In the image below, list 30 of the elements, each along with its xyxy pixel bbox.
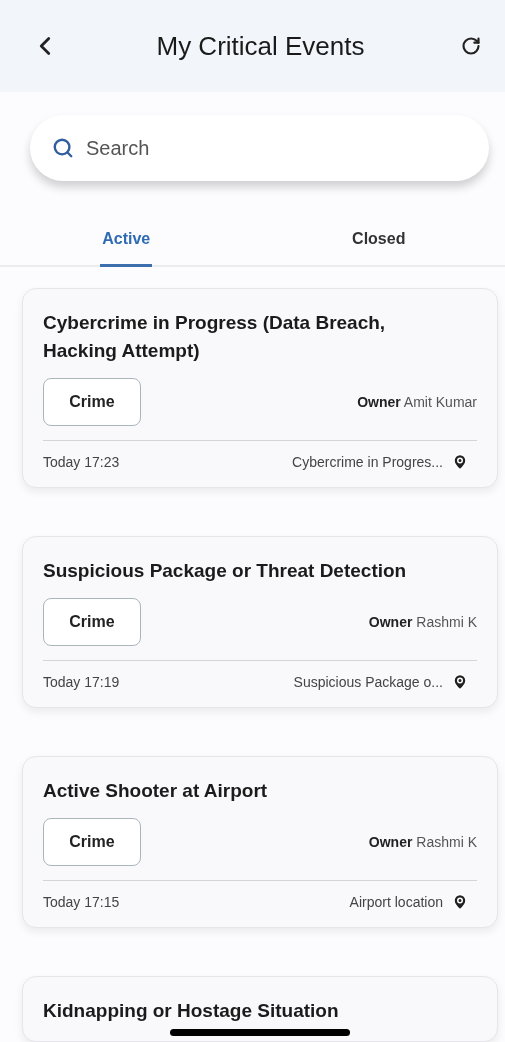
map-pin-icon[interactable]: [451, 453, 469, 471]
map-pin-icon[interactable]: [451, 673, 469, 691]
refresh-icon: [461, 36, 481, 56]
event-title: Cybercrime in Progress (Data Breach, Hacking Attempt): [43, 311, 387, 363]
event-card[interactable]: Suspicious Package or Threat Detection Crime Owner Rashmi K Today 17:19 Suspicious Package o...: [22, 536, 498, 708]
event-location: Suspicious Package o...: [293, 674, 443, 690]
search-field[interactable]: Search: [30, 115, 489, 181]
event-title: Kidnapping or Hostage Situation: [43, 999, 339, 1023]
event-time: Today 17:15: [43, 894, 120, 910]
category-tag[interactable]: Crime: [43, 378, 141, 426]
owner-text: Owner Amit Kumar: [357, 394, 477, 410]
refresh-button[interactable]: [461, 36, 481, 56]
category-tag[interactable]: Crime: [43, 598, 141, 646]
event-card[interactable]: Active Shooter at Airport Crime Owner Rashmi K Today 17:15 Airport location: [22, 756, 498, 928]
tab[interactable]: Active: [100, 222, 153, 267]
map-pin-icon[interactable]: [451, 893, 469, 911]
owner-text: Owner Rashmi K: [368, 614, 477, 630]
event-title: Suspicious Package or Threat Detection: [43, 559, 407, 583]
event-location: Airport location: [349, 894, 443, 910]
page-title: My Critical Events: [156, 30, 365, 62]
event-location: Cybercrime in Progres...: [292, 454, 443, 470]
search-icon: [52, 137, 74, 159]
owner-text: Owner Rashmi K: [368, 834, 477, 850]
event-title: Active Shooter at Airport: [43, 779, 268, 803]
event-time: Today 17:23: [43, 454, 120, 470]
event-card[interactable]: Cybercrime in Progress (Data Breach, Hacking Attempt) Crime Owner Amit Kumar Today 17:23 Cybercrime in Progres...: [22, 288, 498, 488]
event-time: Today 17:19: [43, 674, 120, 690]
event-card[interactable]: Kidnapping or Hostage Situation: [22, 976, 498, 1042]
category-tag[interactable]: Crime: [43, 818, 141, 866]
tab[interactable]: Closed: [350, 222, 408, 267]
